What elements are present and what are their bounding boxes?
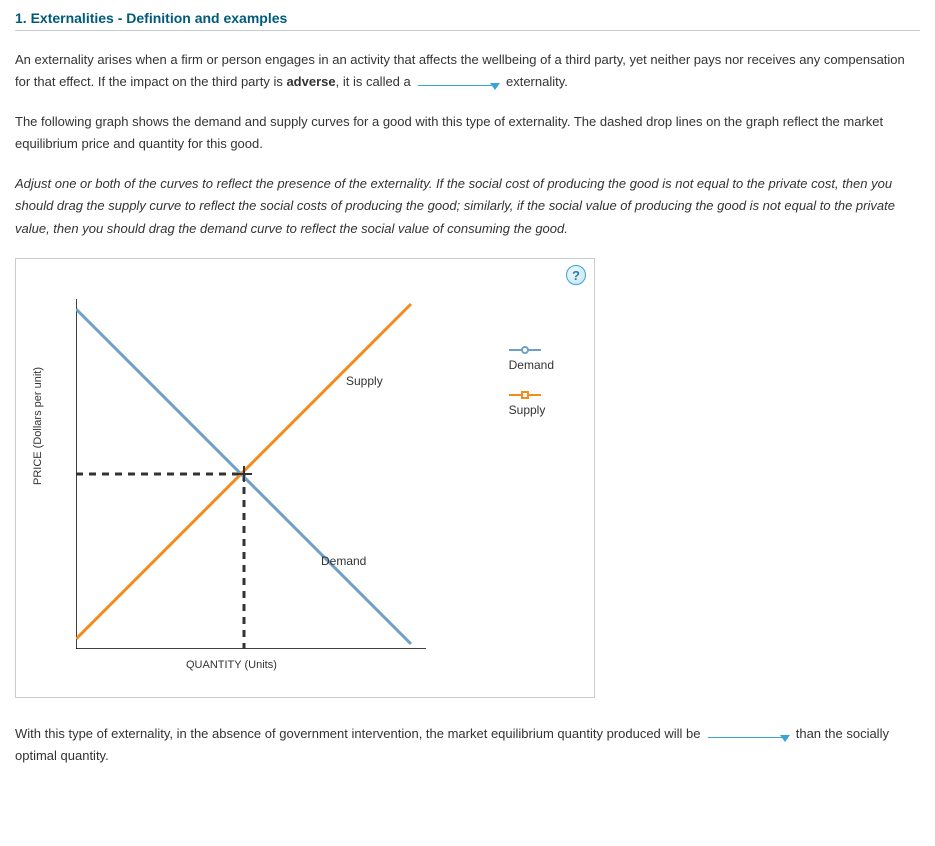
- help-button[interactable]: ?: [566, 265, 586, 285]
- supply-marker-icon: [521, 391, 529, 399]
- legend-demand-label: Demand: [509, 358, 554, 372]
- instruction-paragraph: Adjust one or both of the curves to refl…: [15, 173, 920, 239]
- legend-item-supply[interactable]: [509, 394, 554, 396]
- question-title: 1. Externalities - Definition and exampl…: [15, 10, 920, 26]
- legend-swatch-demand: [509, 349, 541, 351]
- demand-curve-label: Demand: [321, 554, 366, 568]
- legend-supply-label: Supply: [509, 403, 554, 417]
- y-axis-label: PRICE (Dollars per unit): [32, 367, 44, 485]
- chevron-down-icon: [490, 83, 500, 90]
- adverse-bold: adverse: [286, 74, 335, 89]
- demand-marker-icon: [521, 346, 529, 354]
- para4-pre: With this type of externality, in the ab…: [15, 726, 704, 741]
- quantity-comparison-dropdown[interactable]: [708, 737, 788, 738]
- supply-curve-label: Supply: [346, 374, 383, 388]
- para1-end: externality.: [502, 74, 568, 89]
- legend: Demand Supply: [509, 349, 554, 417]
- para1-pre: An externality arises when a firm or per…: [15, 52, 905, 89]
- intro-paragraph: An externality arises when a firm or per…: [15, 49, 920, 93]
- graph-container: ? PRICE (Dollars per unit) QUANTITY (Uni…: [15, 258, 595, 698]
- conclusion-paragraph: With this type of externality, in the ab…: [15, 723, 920, 767]
- title-rule: [15, 30, 920, 31]
- chart-plot[interactable]: [76, 299, 426, 649]
- x-axis-label: QUANTITY (Units): [186, 659, 277, 671]
- externality-type-dropdown[interactable]: [418, 85, 498, 86]
- legend-item-demand[interactable]: [509, 349, 554, 351]
- para1-post: , it is called a: [336, 74, 415, 89]
- chevron-down-icon: [780, 735, 790, 742]
- graph-description-paragraph: The following graph shows the demand and…: [15, 111, 920, 155]
- legend-swatch-supply: [509, 394, 541, 396]
